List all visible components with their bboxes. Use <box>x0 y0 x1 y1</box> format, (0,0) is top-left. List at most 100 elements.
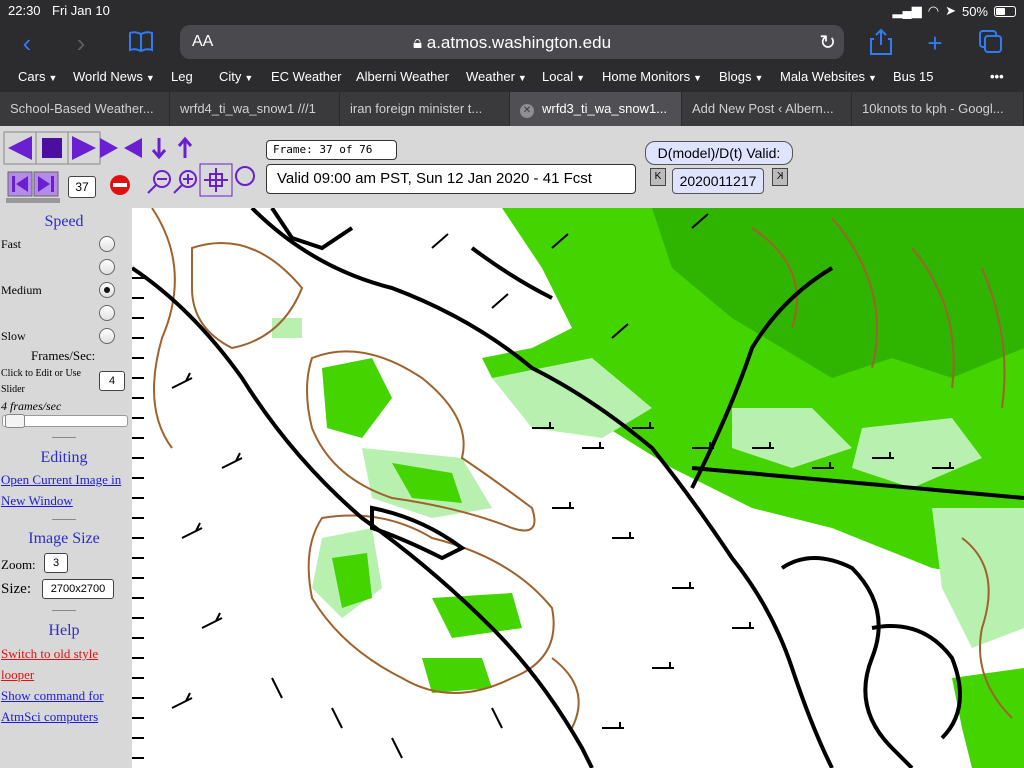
fps-heading: Frames/Sec: <box>31 348 96 363</box>
frame-number-input[interactable]: 37 <box>68 176 96 198</box>
bookmark-blogs[interactable]: Blogs ▼ <box>719 69 763 84</box>
forecast-map-image[interactable] <box>132 208 1024 768</box>
bookmark-ec-weather[interactable]: EC Weather <box>271 69 342 84</box>
help-heading[interactable]: Help <box>0 622 128 640</box>
zoom-label: Zoom: <box>1 557 36 572</box>
stop-icon[interactable] <box>35 131 69 165</box>
browser-toolbar: ‹ › AA 🔒︎ a.atmos.washington.edu ↻ + <box>0 22 1024 64</box>
bookmark-city[interactable]: City ▼ <box>219 69 253 84</box>
model-date-display[interactable]: 2020011217 <box>672 168 764 194</box>
tab-iran-foreign-minister[interactable]: iran foreign minister t... <box>340 92 510 126</box>
new-tab-icon[interactable]: + <box>920 28 950 58</box>
bookmark-weather[interactable]: Weather ▼ <box>466 69 527 84</box>
chevron-down-icon: ▼ <box>145 73 155 83</box>
fps-slider[interactable] <box>2 414 128 428</box>
speed-medium-radio[interactable] <box>99 282 115 298</box>
frame-counter: Frame: 37 of 76 <box>266 140 397 160</box>
location-icon: ➤ <box>945 3 956 18</box>
tab-wrfd3-active[interactable]: ✕ wrfd3_ti_wa_snow1... <box>510 92 682 126</box>
bookmarks-bar: Cars ▼ World News ▼ Leg City ▼ EC Weather A… <box>0 64 1024 90</box>
precip-light <box>272 318 302 338</box>
rock-icon[interactable] <box>100 138 142 158</box>
dmodel-dt-button[interactable]: D(model)/D(t) Valid: <box>645 141 793 165</box>
no-entry-icon[interactable] <box>110 175 130 195</box>
signal-icon: ▂▄▆ <box>892 3 922 18</box>
next-date-button[interactable]: K <box>772 168 788 186</box>
wifi-icon: ◠ <box>927 3 940 18</box>
speed-medium-label: Medium <box>1 283 42 297</box>
first-frame-icon[interactable] <box>7 171 33 197</box>
chevron-down-icon: ▼ <box>48 73 58 83</box>
editing-heading: Editing <box>40 449 88 466</box>
fps-slider-thumb[interactable] <box>5 414 25 428</box>
zoom-in-icon[interactable] <box>173 170 197 194</box>
speed-slow-label: Slow <box>1 329 26 343</box>
chevron-down-icon: ▼ <box>244 73 254 83</box>
separator <box>52 437 76 438</box>
recenter-icon[interactable] <box>199 163 233 197</box>
bookmark-world-news[interactable]: World News ▼ <box>73 69 155 84</box>
speed-heading: Speed <box>44 213 84 230</box>
bookmark-leg[interactable]: Leg <box>171 69 193 84</box>
fps-input[interactable]: 4 <box>99 371 125 391</box>
bookmark-alberni-weather[interactable]: Alberni Weather <box>356 69 449 84</box>
arrow-up-icon[interactable] <box>177 136 193 158</box>
separator <box>52 610 76 611</box>
step-back-icon[interactable] <box>3 131 37 165</box>
tab-10knots-to-kph[interactable]: 10knots to kph - Googl... <box>852 92 1024 126</box>
tab-add-new-post[interactable]: Add New Post ‹ Albern... <box>682 92 852 126</box>
share-icon[interactable] <box>866 28 896 58</box>
status-bar: 22:30 Fri Jan 10 ▂▄▆ ◠ ➤ 50% <box>0 0 1024 22</box>
status-time: 22:30 <box>8 3 41 18</box>
bookmark-bus-15[interactable]: Bus 15 <box>893 69 933 84</box>
address-bar[interactable]: AA 🔒︎ a.atmos.washington.edu ↻ <box>180 25 844 59</box>
status-indicators: ▂▄▆ ◠ ➤ 50% <box>892 3 1016 19</box>
bookmarks-book-icon[interactable] <box>126 28 156 58</box>
size-input[interactable]: 2700x2700 <box>42 579 114 599</box>
battery-icon <box>994 5 1016 17</box>
speed-medium-slow-radio[interactable] <box>99 305 115 321</box>
lock-icon: 🔒︎ <box>412 33 427 52</box>
separator <box>52 519 76 520</box>
reload-icon[interactable]: ↻ <box>819 30 836 55</box>
frame-progress <box>6 198 60 203</box>
play-icon[interactable] <box>67 131 101 165</box>
url-text: 🔒︎ a.atmos.washington.edu <box>180 33 844 53</box>
more-bookmarks-icon[interactable]: ••• <box>990 69 1004 84</box>
zoom-out-icon[interactable] <box>147 170 171 194</box>
speed-fast-radio[interactable] <box>99 236 115 252</box>
open-image-link[interactable]: Open Current Image in New Window <box>1 469 129 511</box>
url-value: a.atmos.washington.edu <box>426 33 612 52</box>
fps-display: 4 frames/sec <box>1 399 62 413</box>
arrow-down-icon[interactable] <box>151 138 167 160</box>
prev-date-button[interactable]: K <box>650 168 666 186</box>
tab-overview-icon[interactable] <box>975 28 1005 58</box>
chevron-down-icon: ▼ <box>754 73 764 83</box>
bookmark-cars[interactable]: Cars ▼ <box>18 69 57 84</box>
bookmark-local[interactable]: Local ▼ <box>542 69 585 84</box>
tab-bar: School-Based Weather... wrfd4_ti_wa_snow… <box>0 92 1024 126</box>
chevron-down-icon: ▼ <box>693 73 703 83</box>
valid-time-display: Valid 09:00 am PST, Sun 12 Jan 2020 - 41… <box>266 164 636 194</box>
looper-controls: 37 Frame: 37 of 76 Valid 09:00 am PST, S… <box>0 126 1024 208</box>
playback-buttons <box>3 131 255 203</box>
night-mode-icon[interactable] <box>235 166 255 186</box>
speed-fast-medium-radio[interactable] <box>99 259 115 275</box>
last-frame-icon[interactable] <box>33 171 59 197</box>
show-command-link[interactable]: Show command for AtmSci computers <box>1 685 117 727</box>
tab-school-based-weather[interactable]: School-Based Weather... <box>0 92 170 126</box>
tab-wrfd4[interactable]: wrfd4_ti_wa_snow1 ///1 <box>170 92 340 126</box>
looper-sidebar: Speed Fast Medium Slow Frames/Sec: Click… <box>0 208 132 768</box>
back-icon[interactable]: ‹ <box>12 28 42 58</box>
close-tab-icon[interactable]: ✕ <box>520 104 534 118</box>
chevron-down-icon: ▼ <box>868 73 877 83</box>
image-size-heading: Image Size <box>28 530 100 547</box>
bookmark-mala-websites[interactable]: Mala Websites ▼ <box>780 69 877 84</box>
bookmark-home-monitors[interactable]: Home Monitors ▼ <box>602 69 702 84</box>
speed-slow-radio[interactable] <box>99 328 115 344</box>
forward-icon[interactable]: › <box>66 28 96 58</box>
next-date-symbol: K <box>776 171 784 182</box>
chevron-down-icon: ▼ <box>517 73 527 83</box>
zoom-input[interactable]: 3 <box>44 553 68 573</box>
old-style-looper-link[interactable]: Switch to old style looper <box>1 643 111 685</box>
